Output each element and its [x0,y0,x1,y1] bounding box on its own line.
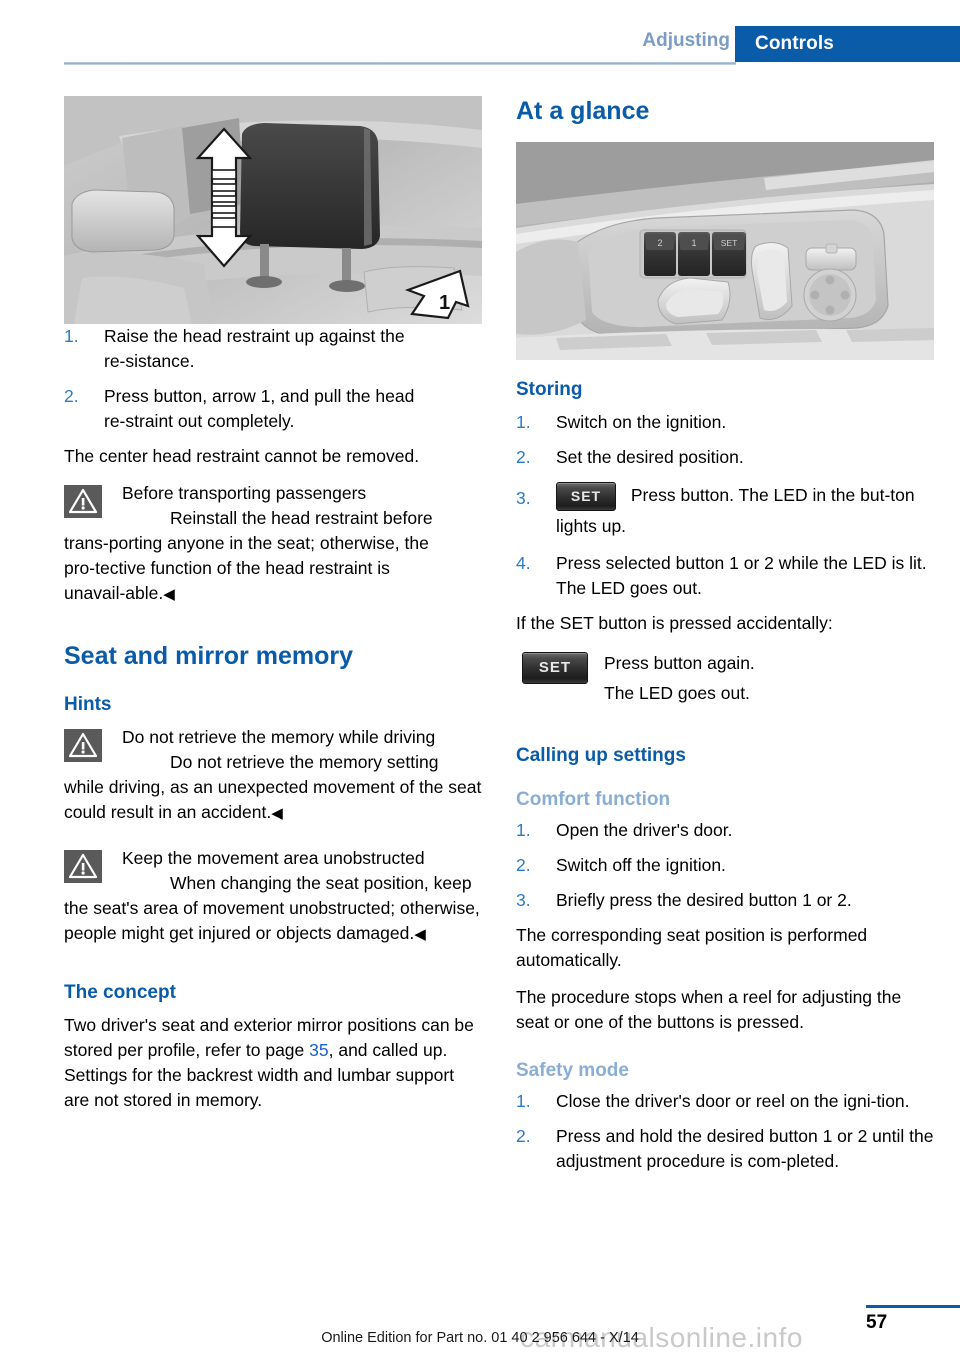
list-item: 2. Set the desired position. [516,445,934,470]
head-restraint-switch [805,243,857,271]
head-restraint-illustration: 1 [64,96,482,324]
step-text: Switch on the ignition. [556,412,727,432]
list-item: 1. Close the driver's door or reel on th… [516,1089,934,1114]
step-number: 2. [64,386,79,406]
warning-no-retrieve-while-driving: Do not retrieve the memory while driving… [64,725,482,826]
accidental-press-note: If the SET button is pressed accidentall… [516,612,833,633]
list-item: 2. Switch off the ignition. [516,853,934,878]
set-button-icon[interactable]: SET [556,481,616,511]
left-column: 1 1. Raise the head restraint up against… [64,96,482,1125]
header-tab-previous[interactable]: Adjusting [600,30,730,52]
center-head-restraint-note: The center head restraint cannot be remo… [64,446,420,466]
step-text: Open the driver's door. [556,819,733,840]
accidental-press-block: SET Press button again. The LED goes out… [516,648,934,710]
list-item: 3. Briefly press the desired button 1 or… [516,888,934,913]
warning-body: When changing the seat position, keep th… [64,871,482,947]
step-number: 1. [516,819,531,840]
step-text: Set the desired position. [556,447,744,467]
subsection-hints: Hints [64,694,112,715]
svg-text:2: 2 [657,238,662,248]
list-item: 1. Switch on the ignition. [516,410,934,435]
set-button-icon[interactable]: SET [522,651,588,684]
comfort-function-steps: 1. Open the driver's door. 2. Switch off… [516,818,934,913]
header-tab-previous-label: Adjusting [642,30,730,51]
seat-cushion-switch [657,277,731,325]
accidental-line-2: The LED goes out. [604,682,750,703]
step-number: 2. [516,1125,531,1146]
warning-keep-area-unobstructed: Keep the movement area unobstructed When… [64,846,482,947]
step-number: 1. [516,1090,531,1111]
footer-edition-text: Online Edition for Part no. 01 40 2 956 … [321,1330,639,1346]
warning-end-marker: ◀ [414,926,426,943]
step-number: 1. [516,412,531,432]
seat-memory-control-panel: 2 1 SET [516,142,934,360]
step-text: Press and hold the desired button 1 or 2… [556,1125,934,1171]
list-item: 3. SET Press button. The LED in the but‑… [516,480,934,541]
list-item: 1. Open the driver's door. [516,818,934,843]
step-number: 1. [64,326,79,346]
header-tab-active[interactable]: Controls [735,26,960,62]
warning-body: Reinstall the head restraint before tran… [64,506,482,607]
warning-triangle-icon [64,729,102,762]
warning-end-marker: ◀ [271,805,283,822]
step-text: Press selected button 1 or 2 while the L… [556,552,927,598]
concept-paragraph: Two driver's seat and exterior mirror po… [64,1013,482,1113]
list-item: 1. Raise the head restraint up against t… [64,324,482,374]
section-title-at-a-glance: At a glance [516,97,650,125]
callout-label-1: 1 [439,292,450,314]
lumbar-knob [803,268,857,322]
memory-button-1: 1 [678,232,710,276]
warning-body-text: Reinstall the head restraint before tran… [64,508,433,603]
page-header: Adjusting Controls [0,0,960,66]
subsection-the-concept: The concept [64,982,176,1003]
page-reference-link[interactable]: 35 [309,1040,328,1060]
svg-text:SET: SET [721,238,738,248]
header-divider [64,62,736,65]
memory-button-set: SET [712,232,746,276]
warning-body: Do not retrieve the memory setting while… [64,750,482,826]
step-text: Press button, arrow 1, and pull the head… [104,386,415,431]
step-text: Briefly press the desired button 1 or 2. [556,889,852,910]
comfort-note-1: The corresponding seat position is perfo… [516,924,868,970]
warning-title: Before transporting passengers [122,483,367,503]
safety-mode-steps: 1. Close the driver's door or reel on th… [516,1089,934,1174]
warning-triangle-icon [64,485,102,518]
head-restraint-steps: 1. Raise the head restraint up against t… [64,324,482,434]
step-text: Close the driver's door or reel on the i… [556,1090,910,1111]
subsubsection-comfort-function: Comfort function [516,788,671,810]
list-item: 4. Press selected button 1 or 2 while th… [516,551,934,601]
warning-title: Do not retrieve the memory while driving [122,727,436,747]
right-column: At a glance 2 1 SET Storing 1. Switch on… [516,96,934,1184]
step-number: 2. [516,854,531,875]
comfort-note-2: The procedure stops when a reel for adju… [516,986,902,1032]
header-tab-active-label: Controls [755,33,834,54]
list-item: 2. Press button, arrow 1, and pull the h… [64,384,482,434]
step-number: 2. [516,447,531,467]
svg-text:1: 1 [691,238,696,248]
footer-divider [866,1305,960,1308]
warning-title: Keep the movement area unobstructed [122,848,425,868]
step-text: Raise the head restraint up against the … [104,326,405,371]
subsubsection-safety-mode: Safety mode [516,1059,629,1081]
step-number: 4. [516,552,531,573]
step-number: 3. [516,488,531,508]
accidental-line-1: Press button again. [604,652,755,673]
memory-button-2: 2 [644,232,676,276]
warning-before-transporting: Before transporting passengers Reinstall… [64,481,482,607]
step-text: Switch off the ignition. [556,854,726,875]
section-title-seat-mirror-memory: Seat and mirror memory [64,642,353,670]
storing-steps: 1. Switch on the ignition. 2. Set the de… [516,410,934,601]
list-item: 2. Press and hold the desired button 1 o… [516,1124,934,1174]
subsection-storing: Storing [516,379,583,400]
warning-triangle-icon [64,850,102,883]
subsection-calling-up-settings: Calling up settings [516,744,686,766]
step-number: 3. [516,889,531,910]
warning-end-marker: ◀ [163,586,175,603]
